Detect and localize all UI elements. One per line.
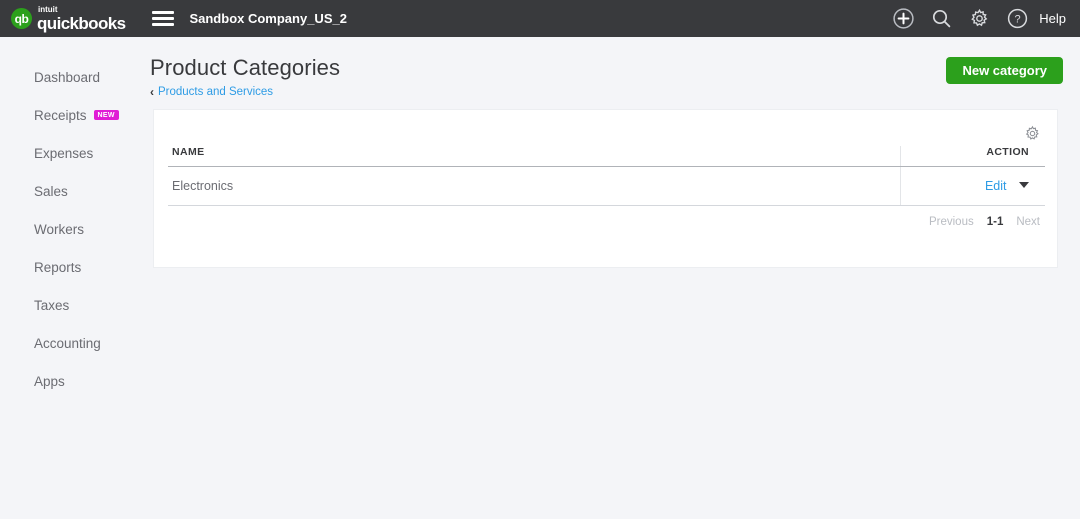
table-body: Electronics Edit: [168, 166, 1045, 206]
sidebar-item-receipts[interactable]: Receipts NEW: [0, 96, 134, 134]
sidebar-item-label: Workers: [34, 221, 85, 237]
hamburger-line: [152, 11, 175, 14]
product-categories-table: NAME ACTION Electronics Edit: [168, 146, 1045, 206]
intuit-wordmark: intuit: [38, 4, 58, 14]
qb-mark-text: qb: [14, 11, 29, 26]
new-category-button[interactable]: New category: [946, 57, 1063, 84]
page-header: Product Categories ‹ Products and Servic…: [134, 37, 1080, 99]
hamburger-menu-icon[interactable]: [152, 8, 175, 30]
main-content: Product Categories ‹ Products and Servic…: [134, 37, 1080, 519]
quickbooks-logo[interactable]: qb intuit quickbooks: [11, 0, 126, 37]
hamburger-line: [152, 17, 175, 20]
top-navigation-bar: qb intuit quickbooks Sandbox Company_US_…: [0, 0, 1080, 37]
sidebar-item-label: Apps: [34, 373, 65, 389]
pagination-next-button[interactable]: Next: [1016, 216, 1040, 228]
sidebar-item-reports[interactable]: Reports: [0, 248, 134, 286]
sidebar-navigation: Dashboard Receipts NEW Expenses Sales Wo…: [0, 37, 134, 519]
cell-action: Edit: [899, 166, 1045, 206]
table-toolbar: [154, 110, 1057, 146]
chevron-left-icon: ‹: [150, 85, 154, 100]
table-settings-gear-icon[interactable]: [1023, 124, 1041, 142]
search-icon[interactable]: [929, 7, 953, 31]
sidebar-item-sales[interactable]: Sales: [0, 172, 134, 210]
sidebar-item-label: Accounting: [34, 335, 101, 351]
new-badge: NEW: [93, 110, 119, 120]
column-header-name[interactable]: NAME: [168, 146, 900, 167]
sidebar-item-dashboard[interactable]: Dashboard: [0, 58, 134, 96]
sidebar-item-label: Reports: [34, 259, 82, 275]
edit-link[interactable]: Edit: [985, 179, 1007, 193]
chevron-down-icon[interactable]: [1019, 182, 1029, 188]
sidebar-item-workers[interactable]: Workers: [0, 210, 134, 248]
company-name: Sandbox Company_US_2: [189, 11, 347, 26]
sidebar-item-label: Taxes: [34, 297, 70, 313]
table-head: NAME ACTION: [168, 146, 1045, 167]
sidebar-item-expenses[interactable]: Expenses: [0, 134, 134, 172]
pagination-controls: Previous 1-1 Next: [154, 206, 1057, 228]
pagination-range-label: 1-1: [986, 216, 1004, 228]
cell-category-name: Electronics: [168, 166, 900, 206]
help-icon[interactable]: ?: [1005, 7, 1029, 31]
sidebar-item-label: Sales: [34, 183, 68, 199]
settings-icon[interactable]: [967, 7, 991, 31]
breadcrumb[interactable]: ‹ Products and Services: [150, 86, 1080, 98]
qb-mark-icon: qb: [11, 8, 32, 29]
add-icon[interactable]: [891, 7, 915, 31]
product-categories-card: NAME ACTION Electronics Edit Previous 1-…: [153, 109, 1058, 268]
svg-text:?: ?: [1014, 14, 1020, 26]
sidebar-item-accounting[interactable]: Accounting: [0, 324, 134, 362]
quickbooks-wordmark: quickbooks: [37, 13, 126, 33]
column-header-action: ACTION: [899, 146, 1045, 167]
table-row[interactable]: Electronics Edit: [168, 166, 1045, 206]
hamburger-line: [152, 23, 175, 26]
breadcrumb-link-products-and-services[interactable]: Products and Services: [158, 86, 273, 98]
sidebar-item-label: Dashboard: [34, 69, 101, 85]
help-label[interactable]: Help: [1039, 11, 1066, 26]
table-header-row: NAME ACTION: [168, 146, 1045, 167]
page-title: Product Categories: [150, 55, 341, 80]
topbar-actions: ? Help: [891, 7, 1066, 31]
sidebar-item-label: Receipts: [34, 107, 87, 123]
sidebar-item-apps[interactable]: Apps: [0, 362, 134, 400]
pagination-previous-button[interactable]: Previous: [929, 216, 974, 228]
sidebar-item-taxes[interactable]: Taxes: [0, 286, 134, 324]
sidebar-item-label: Expenses: [34, 145, 94, 161]
